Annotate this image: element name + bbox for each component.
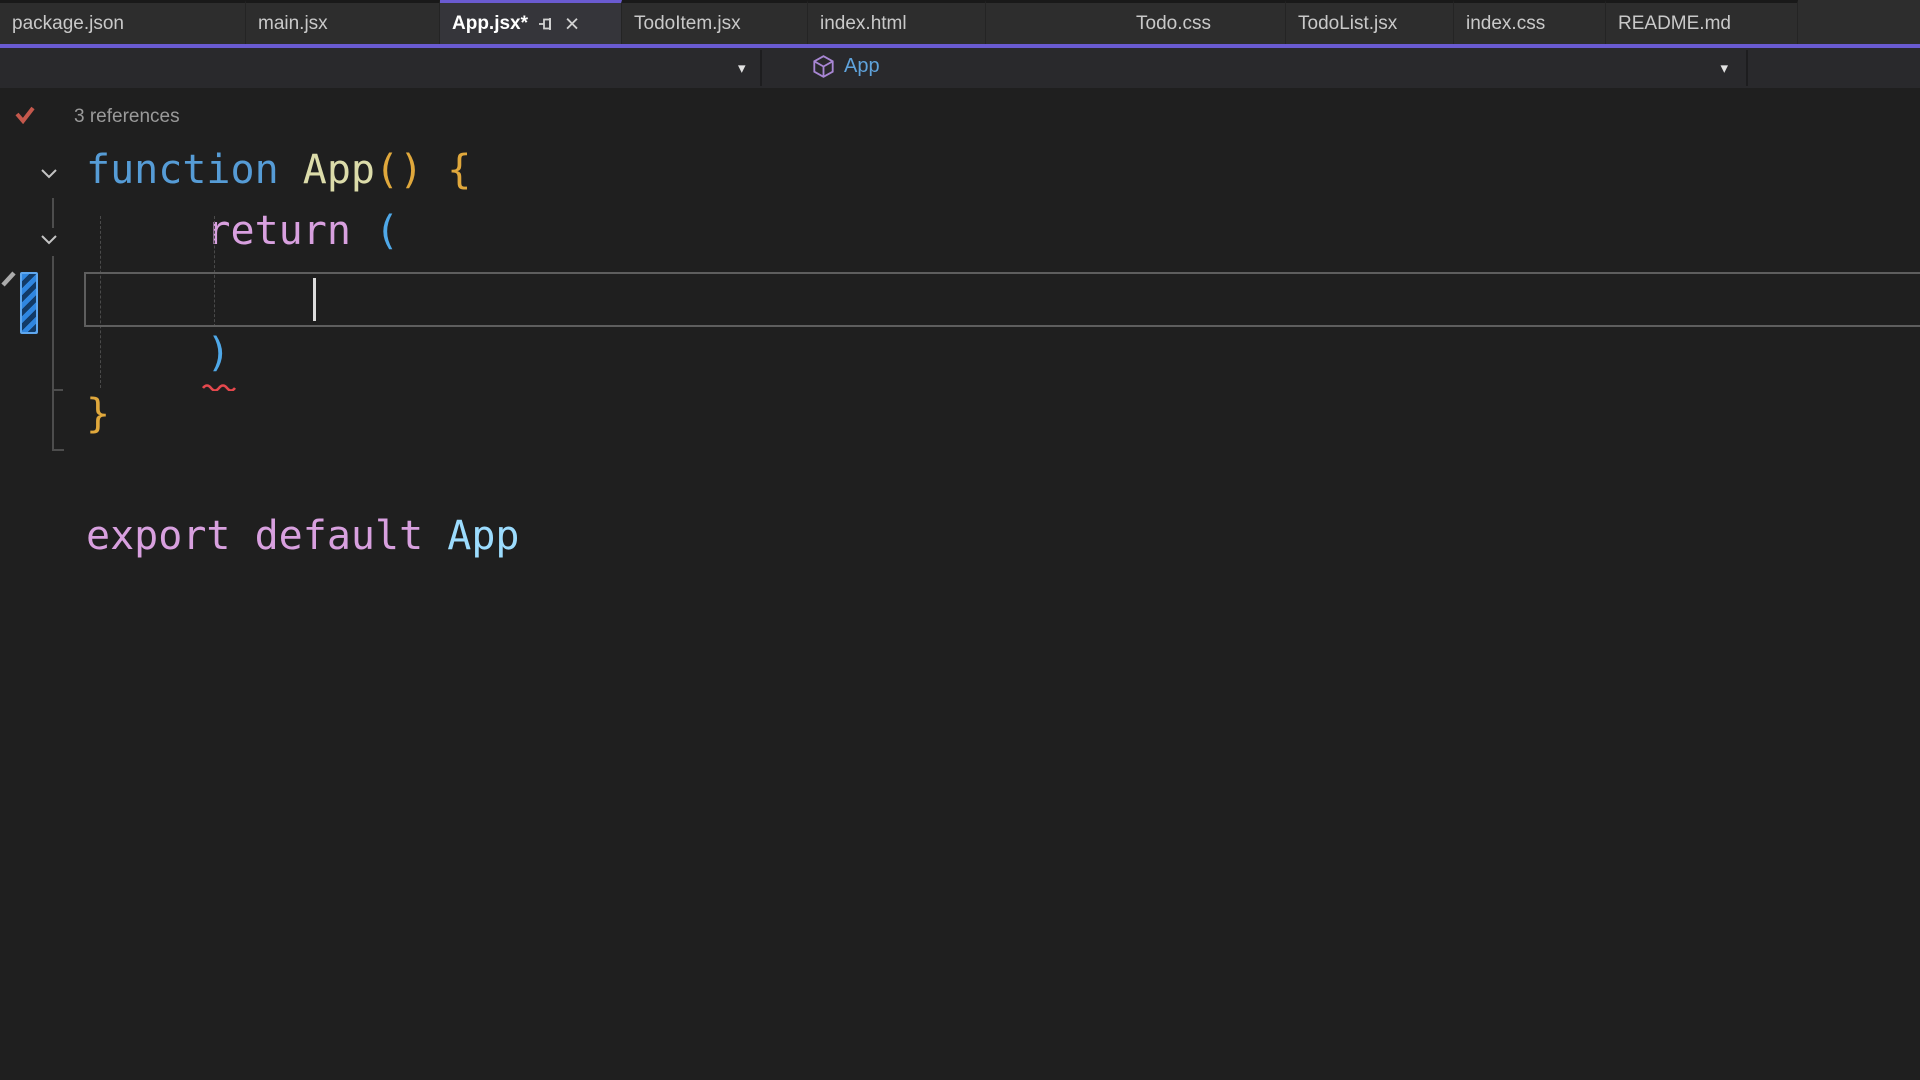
codelens-references[interactable]: 3 references	[74, 102, 1920, 140]
change-tracking-indicator	[20, 272, 38, 334]
chevron-down-icon[interactable]: ▾	[738, 59, 746, 77]
tab-app-jsx[interactable]: App.jsx* ×	[440, 0, 622, 44]
tab-label: README.md	[1618, 12, 1731, 34]
code-line[interactable]: export default App	[0, 506, 1920, 567]
tab-todolist-jsx[interactable]: TodoList.jsx	[1286, 0, 1454, 44]
tab-label: package.json	[12, 12, 124, 34]
error-squiggle	[202, 384, 237, 391]
code-content: function App() { return ( )} export defau…	[0, 140, 1920, 567]
tab-todo-css[interactable]: Todo.css	[986, 0, 1286, 44]
tab-readme-md[interactable]: README.md	[1606, 0, 1798, 44]
margin-red-mark	[15, 106, 35, 124]
tab-todoitem-jsx[interactable]: TodoItem.jsx	[622, 0, 808, 44]
code-token: App	[302, 147, 375, 193]
fold-chevron-icon[interactable]	[40, 168, 58, 179]
fold-end-tick	[52, 449, 64, 451]
tab-label: TodoList.jsx	[1298, 12, 1398, 34]
navbar-member-label: App	[844, 55, 880, 77]
code-token: return	[206, 208, 351, 254]
tab-label: main.jsx	[258, 12, 328, 34]
code-line[interactable]: }	[0, 384, 1920, 445]
code-token: App	[447, 513, 520, 559]
editor-area[interactable]: 3 references function App() { return ( )…	[0, 102, 1920, 1080]
chevron-down-icon[interactable]: ▾	[1720, 59, 1728, 77]
code-line[interactable]	[0, 445, 1920, 506]
code-token: () {	[375, 147, 472, 193]
navbar-separator	[1746, 50, 1748, 86]
fold-end-tick	[52, 389, 63, 391]
fold-line	[52, 256, 54, 450]
tab-label: TodoItem.jsx	[634, 12, 741, 34]
tab-index-css[interactable]: index.css	[1454, 0, 1606, 44]
code-line[interactable]: function App() {	[0, 140, 1920, 201]
code-token: export	[86, 513, 231, 559]
fold-line	[52, 198, 54, 228]
navigation-bar: ▾ App ▾	[0, 48, 1920, 88]
code-token: }	[86, 391, 111, 437]
pin-icon[interactable]	[534, 12, 558, 36]
code-token: (	[375, 208, 400, 254]
navbar-member-dropdown[interactable]: App ▾	[762, 50, 1746, 86]
text-caret	[313, 278, 316, 321]
tab-label: App.jsx*	[452, 12, 529, 34]
tab-main-jsx[interactable]: main.jsx	[246, 0, 440, 44]
tab-label: index.html	[820, 12, 907, 34]
current-line-highlight	[84, 272, 1920, 327]
navbar-project-dropdown[interactable]: ▾	[0, 50, 760, 86]
code-token: function	[86, 147, 303, 193]
tab-bar: package.json main.jsx App.jsx* × TodoItem.js…	[0, 0, 1920, 48]
close-icon[interactable]: ×	[560, 11, 584, 36]
code-token: )	[206, 330, 231, 376]
cube-icon	[812, 55, 835, 78]
fold-chevron-icon[interactable]	[40, 234, 58, 245]
code-line[interactable]: )	[0, 323, 1920, 384]
tab-label: Todo.css	[1136, 12, 1211, 34]
tab-label: index.css	[1466, 12, 1546, 34]
code-token: default	[254, 513, 424, 559]
tab-package-json[interactable]: package.json	[0, 0, 246, 44]
code-line[interactable]: return (	[0, 201, 1920, 262]
tab-index-html[interactable]: index.html	[808, 0, 986, 44]
edit-pencil-icon	[1, 271, 16, 287]
